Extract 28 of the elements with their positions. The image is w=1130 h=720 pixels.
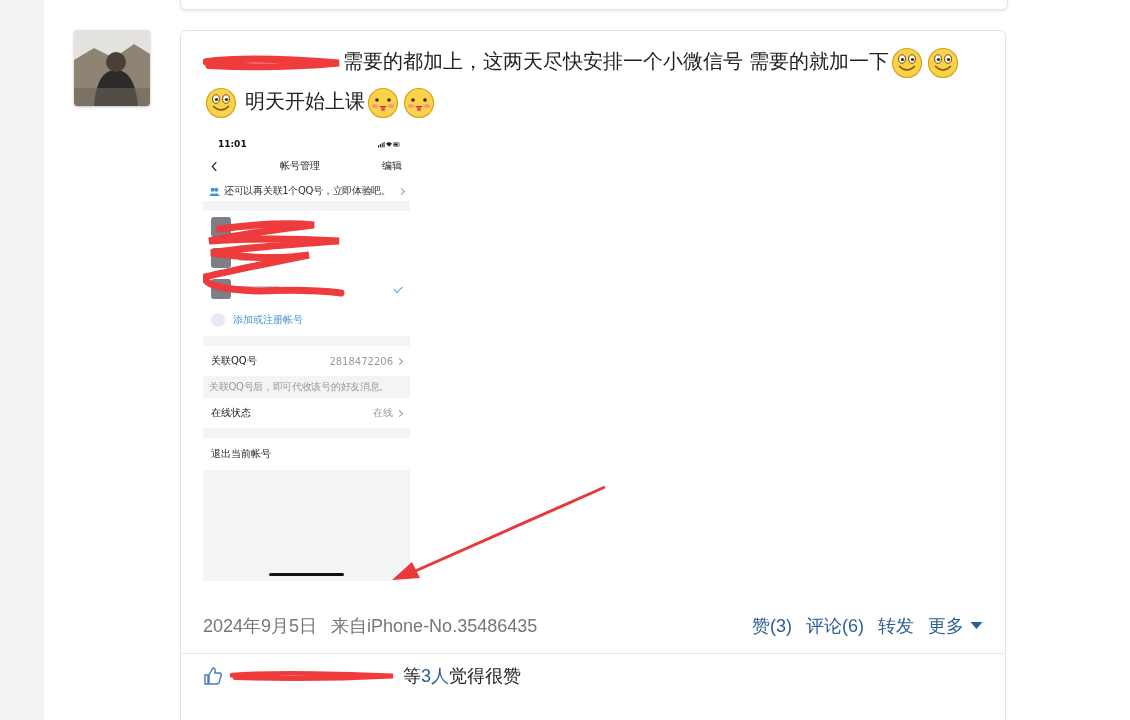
people-icon xyxy=(209,186,220,196)
setting-label: 在线状态 xyxy=(211,406,252,420)
status-time: 11:01 xyxy=(218,139,247,149)
caret-icon xyxy=(970,622,983,630)
post-text: 需要的都加上，这两天尽快安排一个小微信号 需要的就加一下 明天开始上课 xyxy=(181,41,1005,121)
tongue-face-icon xyxy=(402,86,435,119)
tongue-face-icon xyxy=(366,86,399,119)
more-menu[interactable]: 更多 xyxy=(928,614,983,638)
setting-label: 关联QQ号 xyxy=(211,354,258,368)
smiley-icon xyxy=(205,86,237,119)
banner-text: 还可以再关联1个QQ号，立即体验吧。 xyxy=(224,184,392,198)
post-date: 2024年9月5日 xyxy=(203,615,318,638)
screen-title: 帐号管理 xyxy=(280,159,320,173)
action-link[interactable]: 赞(3) xyxy=(752,614,792,638)
smiley-icon xyxy=(926,46,959,79)
likes-text: 觉得很赞 xyxy=(449,665,521,688)
setting-value: 2818472206 xyxy=(329,355,393,367)
smiley-icon xyxy=(890,46,923,79)
logout-option: 退出当前帐号 xyxy=(211,447,402,461)
action-link[interactable]: 评论(6) xyxy=(806,614,864,638)
thumbs-up-icon xyxy=(203,666,223,686)
back-icon xyxy=(211,160,218,172)
setting-value: 在线 xyxy=(373,406,393,420)
likes-text: 等 xyxy=(403,665,421,688)
like-count-link[interactable]: 3人 xyxy=(421,664,449,688)
status-icons xyxy=(378,140,400,148)
post-source: 来自iPhone-No.35486435 xyxy=(331,615,538,638)
action-link[interactable]: 转发 xyxy=(878,614,914,638)
